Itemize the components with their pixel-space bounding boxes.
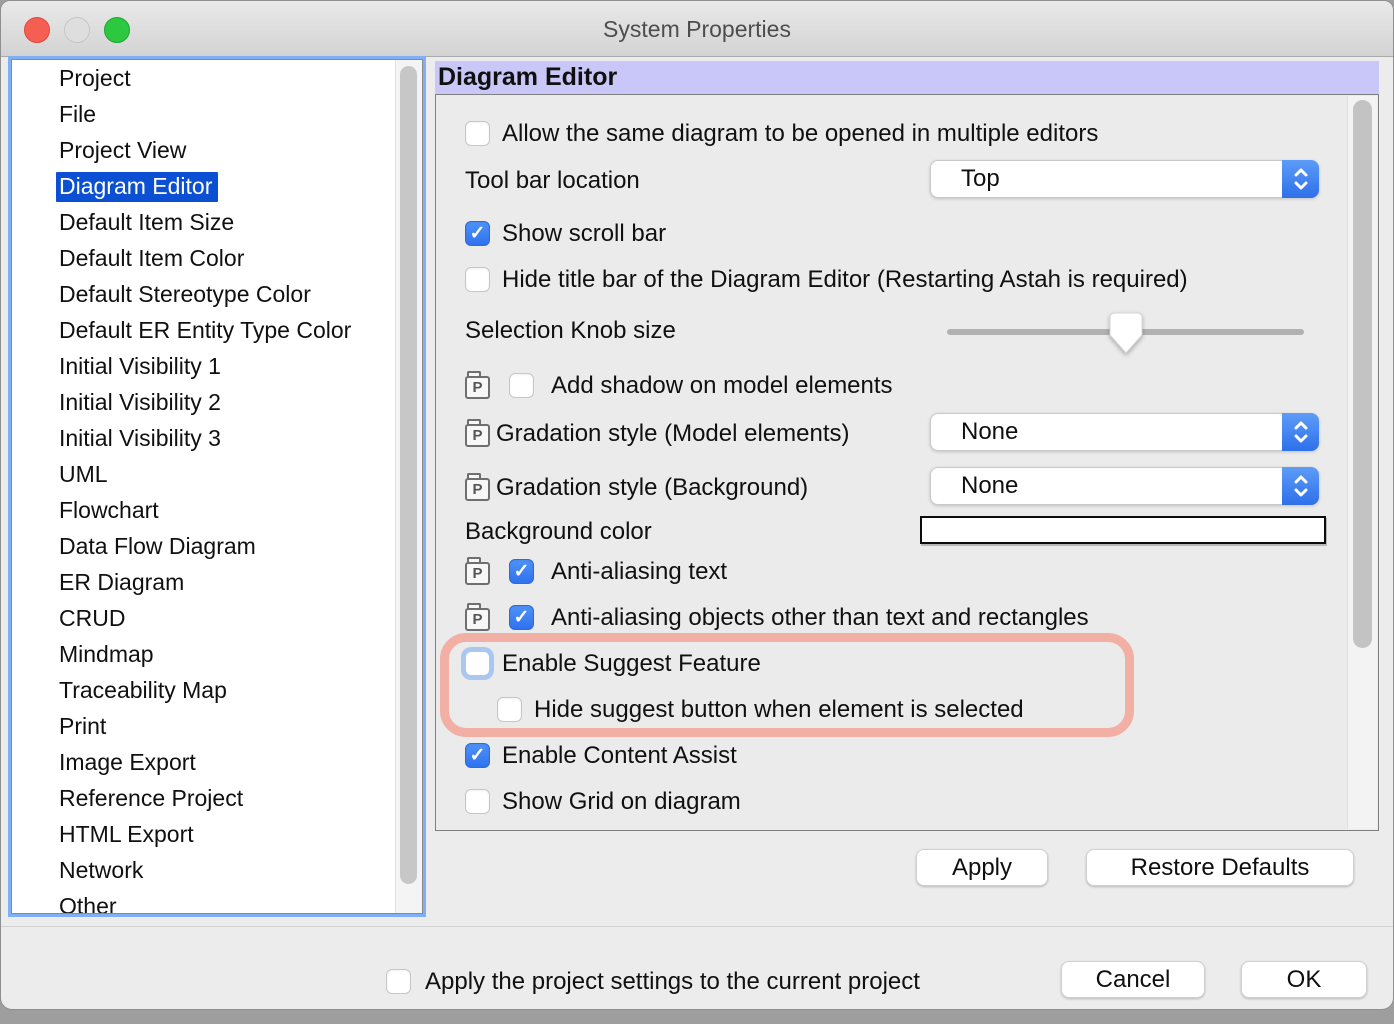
sidebar-item[interactable]: ER Diagram [12,564,422,600]
sidebar-item[interactable]: Diagram Editor [12,168,422,204]
gradation-background-value: None [931,472,1018,500]
setting-row: P Anti-aliasing objects other than text … [465,604,1089,631]
sidebar-item[interactable]: Default ER Entity Type Color [12,312,422,348]
sidebar-item[interactable]: Flowchart [12,492,422,528]
sidebar-item[interactable]: File [12,96,422,132]
sidebar-scrollbar[interactable] [395,60,422,913]
category-list: Project File Project View Diagram Editor… [11,59,423,914]
apply-project-settings-checkbox[interactable] [386,969,411,994]
sidebar-scrollbar-thumb[interactable] [400,66,417,884]
system-properties-dialog: System Properties Project File Project V… [0,0,1394,1010]
sidebar-item[interactable]: Default Item Size [12,204,422,240]
selection-knob-thumb[interactable] [1109,312,1143,354]
chevron-up-down-icon [1282,413,1319,451]
apply-project-settings-label: Apply the project settings to the curren… [425,968,920,996]
enable-content-assist-checkbox[interactable] [465,743,490,768]
enable-suggest-checkbox[interactable] [465,651,490,676]
footer-divider [1,926,1393,927]
sidebar-item[interactable]: Data Flow Diagram [12,528,422,564]
setting-row: Hide title bar of the Diagram Editor (Re… [465,266,1188,293]
background-color-label: Background color [465,518,652,546]
setting-row: Enable Content Assist [465,742,737,769]
sidebar-item[interactable]: Default Stereotype Color [12,276,422,312]
setting-row: Tool bar location [465,167,640,194]
selection-knob-label: Selection Knob size [465,317,676,345]
sidebar-item[interactable]: Initial Visibility 2 [12,384,422,420]
window-title: System Properties [1,16,1393,43]
setting-row: P Gradation style (Background) [465,474,808,501]
hide-title-bar-label: Hide title bar of the Diagram Editor (Re… [502,266,1188,294]
background-color-swatch[interactable] [920,516,1326,544]
sidebar-item[interactable]: Project View [12,132,422,168]
sidebar-item[interactable]: CRUD [12,600,422,636]
toolbar-location-value: Top [931,165,1000,193]
apply-button[interactable]: Apply [916,849,1048,886]
show-scroll-bar-checkbox[interactable] [465,221,490,246]
project-property-icon: P [465,419,492,448]
antialias-objects-label: Anti-aliasing objects other than text an… [551,604,1089,632]
hide-suggest-button-label: Hide suggest button when element is sele… [534,696,1024,724]
sidebar-item[interactable]: UML [12,456,422,492]
toolbar-location-select[interactable]: Top [930,160,1319,198]
hide-suggest-button-checkbox[interactable] [497,697,522,722]
enable-suggest-label: Enable Suggest Feature [502,650,761,678]
window-titlebar: System Properties [1,1,1393,57]
add-shadow-checkbox[interactable] [509,373,534,398]
setting-row: Background color [465,518,652,545]
selection-knob-slider[interactable] [947,312,1304,356]
sidebar-item[interactable]: Traceability Map [12,672,422,708]
sidebar-item[interactable]: Print [12,708,422,744]
setting-row: Show scroll bar [465,220,666,247]
show-grid-label: Show Grid on diagram [502,788,741,816]
antialias-text-checkbox[interactable] [509,559,534,584]
setting-row: P Gradation style (Model elements) [465,420,849,447]
gradation-model-value: None [931,418,1018,446]
project-property-icon: P [465,603,492,632]
gradation-background-select[interactable]: None [930,467,1319,505]
sidebar-item[interactable]: HTML Export [12,816,422,852]
panel-scrollbar-thumb[interactable] [1353,100,1372,648]
panel-scrollbar[interactable] [1347,96,1377,829]
gradation-model-select[interactable]: None [930,413,1319,451]
enable-content-assist-label: Enable Content Assist [502,742,737,770]
sidebar-item[interactable]: Default Item Color [12,240,422,276]
toolbar-location-label: Tool bar location [465,167,640,195]
sidebar-item[interactable]: Other [12,888,422,914]
project-property-icon: P [465,473,492,502]
hide-title-bar-checkbox[interactable] [465,267,490,292]
setting-row: P Add shadow on model elements [465,372,893,399]
sidebar-item[interactable]: Mindmap [12,636,422,672]
diagram-editor-settings: Allow the same diagram to be opened in m… [435,94,1379,831]
setting-row: Allow the same diagram to be opened in m… [465,120,1098,147]
setting-row: Show Grid on diagram [465,788,741,815]
allow-multiple-editors-checkbox[interactable] [465,121,490,146]
gradation-background-label: Gradation style (Background) [496,474,808,502]
setting-row: Selection Knob size [465,317,676,344]
sidebar-item[interactable]: Network [12,852,422,888]
antialias-objects-checkbox[interactable] [509,605,534,630]
gradation-model-label: Gradation style (Model elements) [496,420,849,448]
sidebar-item[interactable]: Initial Visibility 3 [12,420,422,456]
chevron-up-down-icon [1282,467,1319,505]
show-grid-checkbox[interactable] [465,789,490,814]
sidebar-item[interactable]: Reference Project [12,780,422,816]
project-property-icon: P [465,371,492,400]
setting-row: P Anti-aliasing text [465,558,727,585]
add-shadow-label: Add shadow on model elements [551,372,893,400]
show-scroll-bar-label: Show scroll bar [502,220,666,248]
panel-title: Diagram Editor [435,61,1379,94]
ok-button[interactable]: OK [1241,961,1367,998]
setting-row: Enable Suggest Feature [465,650,761,677]
chevron-up-down-icon [1282,160,1319,198]
setting-row: Hide suggest button when element is sele… [497,696,1024,723]
allow-multiple-editors-label: Allow the same diagram to be opened in m… [502,120,1098,148]
sidebar-item[interactable]: Image Export [12,744,422,780]
restore-defaults-button[interactable]: Restore Defaults [1086,849,1354,886]
cancel-button[interactable]: Cancel [1061,961,1205,998]
sidebar-item[interactable]: Project [12,60,422,96]
sidebar-item[interactable]: Initial Visibility 1 [12,348,422,384]
antialias-text-label: Anti-aliasing text [551,558,727,586]
project-property-icon: P [465,557,492,586]
